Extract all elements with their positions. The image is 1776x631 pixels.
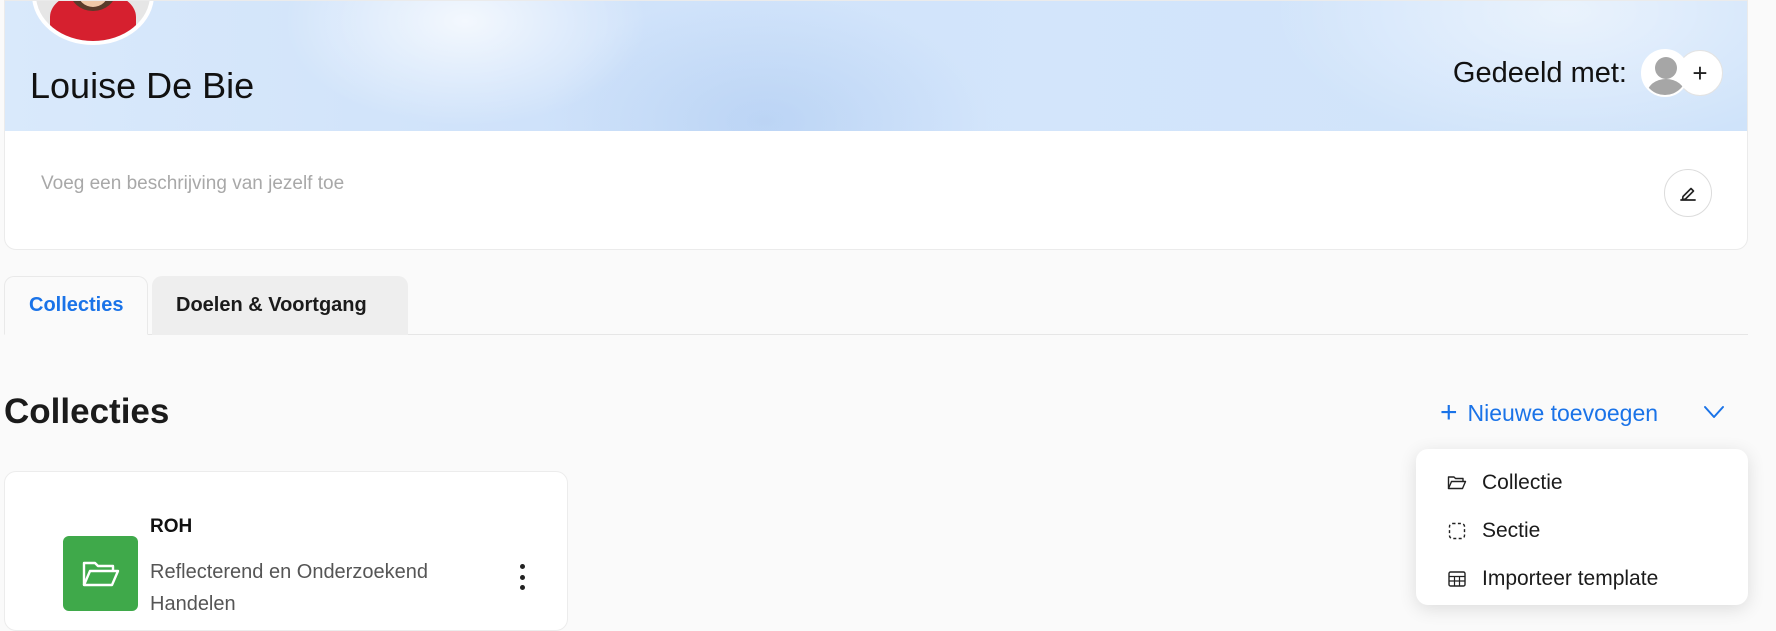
tab-bar: Collecties Doelen & Voortgang: [4, 276, 1748, 335]
folder-icon: [1446, 472, 1468, 494]
add-new-menu: Collectie Sectie Importeer template: [1416, 449, 1748, 605]
menu-item-label: Collectie: [1482, 471, 1563, 494]
plus-icon: +: [1692, 57, 1708, 88]
collection-description: Reflecterend en Onderzoekend Handelen: [150, 561, 428, 615]
tab-collecties[interactable]: Collecties: [4, 276, 148, 335]
menu-item-sectie[interactable]: Sectie: [1416, 507, 1748, 555]
add-new-label: Nieuwe toevoegen: [1467, 399, 1659, 426]
shared-with-label: Gedeeld met:: [1452, 56, 1627, 89]
profile-description[interactable]: Voeg een beschrijving van jezelf toe: [41, 173, 344, 195]
chevron-down-icon[interactable]: [1702, 400, 1726, 424]
profile-card: Louise De Bie Gedeeld met: + Voeg een be…: [4, 0, 1748, 250]
folder-open-icon: [82, 561, 119, 586]
tab-doelen-voortgang[interactable]: Doelen & Voortgang: [152, 276, 408, 335]
avatar[interactable]: [32, 1, 154, 45]
collection-folder-tile: [63, 536, 138, 611]
menu-item-collectie[interactable]: Collectie: [1416, 459, 1748, 507]
section-title: Collecties: [4, 392, 170, 431]
shared-with: Gedeeld met: +: [1453, 49, 1723, 97]
plus-icon: +: [1440, 396, 1458, 429]
dashed-square-icon: [1446, 520, 1468, 542]
template-icon: [1446, 568, 1468, 590]
shared-user-avatar[interactable]: [1641, 49, 1689, 97]
collection-title: ROH: [150, 516, 193, 537]
menu-item-label: Importeer template: [1482, 567, 1659, 590]
collection-card[interactable]: ROH Reflecterend en Onderzoekend Handele…: [4, 471, 568, 631]
pencil-icon: [1680, 187, 1696, 201]
profile-name: Louise De Bie: [30, 65, 255, 106]
add-new-button[interactable]: + Nieuwe toevoegen: [1440, 396, 1658, 430]
edit-description-button[interactable]: [1664, 169, 1712, 217]
menu-item-importeer-template[interactable]: Importeer template: [1416, 555, 1748, 603]
more-options-icon[interactable]: [517, 564, 527, 590]
menu-item-label: Sectie: [1482, 519, 1541, 542]
